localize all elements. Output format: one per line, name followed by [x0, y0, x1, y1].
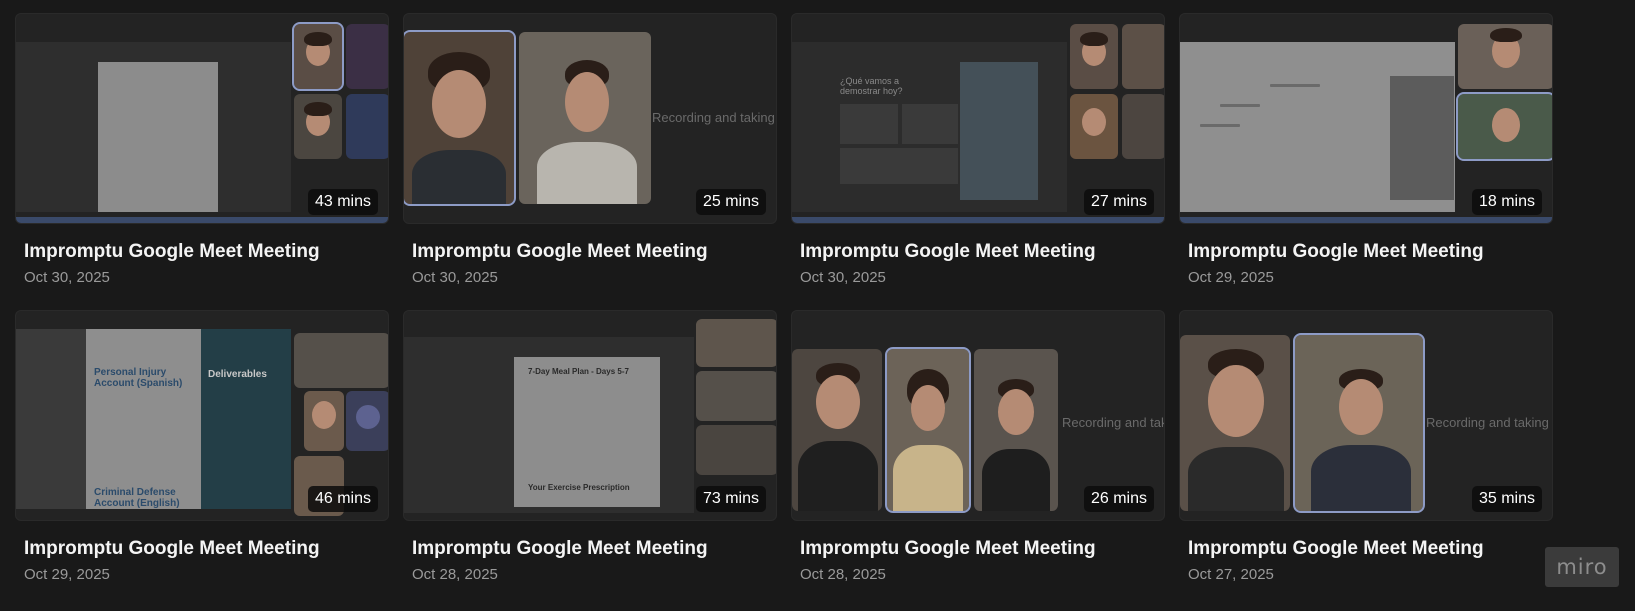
slide-heading: ¿Qué vamos a demostrar hoy? [840, 76, 903, 96]
meeting-title[interactable]: Impromptu Google Meet Meeting [1188, 241, 1484, 263]
slide-subheading: Deliverables [208, 369, 267, 380]
taskbar [16, 217, 388, 223]
duration-badge: 35 mins [1471, 486, 1542, 512]
participant-tile [346, 94, 388, 159]
meeting-card[interactable]: 18 mins Impromptu Google Meet Meeting Oc… [1179, 13, 1553, 286]
meeting-card[interactable]: 43 mins Impromptu Google Meet Meeting Oc… [15, 13, 389, 286]
participant-tile [792, 349, 882, 511]
meeting-title[interactable]: Impromptu Google Meet Meeting [412, 241, 708, 263]
meeting-date: Oct 29, 2025 [1188, 269, 1274, 286]
meeting-thumbnail[interactable]: Recording and taking n 25 mins [403, 13, 777, 224]
participant-tile [974, 349, 1058, 511]
meeting-card[interactable]: Recording and taking 26 mins Impromptu G… [791, 310, 1165, 583]
document-heading: 7-Day Meal Plan - Days 5-7 [528, 367, 629, 376]
meeting-card[interactable]: 7-Day Meal Plan - Days 5-7 Your Exercise… [403, 310, 777, 583]
participant-tile [696, 319, 776, 367]
taskbar [1180, 217, 1552, 223]
duration-badge: 25 mins [695, 189, 766, 215]
meeting-date: Oct 30, 2025 [800, 269, 886, 286]
meeting-card[interactable]: ¿Qué vamos a demostrar hoy? 27 mins Impr… [791, 13, 1165, 286]
meeting-date: Oct 29, 2025 [24, 566, 110, 583]
meeting-date: Oct 28, 2025 [800, 566, 886, 583]
participant-tile [294, 94, 342, 159]
participant-tile [1122, 24, 1164, 89]
meeting-thumbnail[interactable]: Recording and taking 26 mins [791, 310, 1165, 521]
meeting-title[interactable]: Impromptu Google Meet Meeting [800, 241, 1096, 263]
duration-badge: 27 mins [1083, 189, 1154, 215]
miro-logo: miro [1545, 547, 1619, 587]
meeting-title[interactable]: Impromptu Google Meet Meeting [412, 538, 708, 560]
participant-tile [346, 24, 388, 89]
duration-badge: 46 mins [307, 486, 378, 512]
meeting-thumbnail[interactable]: Recording and taking n 35 mins [1179, 310, 1553, 521]
meeting-date: Oct 30, 2025 [24, 269, 110, 286]
meet-panel [1390, 76, 1454, 200]
document-subheading: Your Exercise Prescription [528, 483, 630, 492]
meeting-thumbnail[interactable]: Personal Injury Account (Spanish) Crimin… [15, 310, 389, 521]
participant-tile [346, 391, 388, 451]
participant-tile [696, 371, 776, 421]
slide-heading: Criminal Defense Account (English) [94, 487, 180, 509]
participant-tile [292, 22, 344, 91]
meeting-title[interactable]: Impromptu Google Meet Meeting [24, 241, 320, 263]
meeting-title[interactable]: Impromptu Google Meet Meeting [24, 538, 320, 560]
meeting-card[interactable]: Recording and taking n 25 mins Impromptu… [403, 13, 777, 286]
meeting-date: Oct 28, 2025 [412, 566, 498, 583]
recording-notice: Recording and taking [1062, 415, 1164, 430]
participant-tile [1070, 94, 1118, 159]
meeting-title[interactable]: Impromptu Google Meet Meeting [1188, 538, 1484, 560]
duration-badge: 18 mins [1471, 189, 1542, 215]
meeting-thumbnail[interactable]: 7-Day Meal Plan - Days 5-7 Your Exercise… [403, 310, 777, 521]
participant-tile [294, 333, 388, 388]
slide-panel [201, 329, 291, 509]
taskbar [792, 217, 1164, 223]
meeting-card[interactable]: Personal Injury Account (Spanish) Crimin… [15, 310, 389, 583]
participant-tile [519, 32, 651, 204]
shared-document [98, 62, 218, 212]
recording-notice: Recording and taking n [1426, 415, 1553, 430]
meeting-thumbnail[interactable]: ¿Qué vamos a demostrar hoy? 27 mins [791, 13, 1165, 224]
participant-tile [1293, 333, 1425, 513]
participant-tile [1122, 94, 1164, 159]
slide-sidebar [16, 329, 86, 509]
meeting-date: Oct 30, 2025 [412, 269, 498, 286]
slide-heading: Personal Injury Account (Spanish) [94, 367, 183, 389]
participant-tile [304, 391, 344, 451]
meeting-thumbnail[interactable]: 43 mins [15, 13, 389, 224]
recording-notice: Recording and taking n [652, 110, 777, 125]
meeting-title[interactable]: Impromptu Google Meet Meeting [800, 538, 1096, 560]
meeting-card[interactable]: Recording and taking n 35 mins Impromptu… [1179, 310, 1553, 583]
slide-box [840, 104, 898, 144]
meeting-thumbnail[interactable]: 18 mins [1179, 13, 1553, 224]
participant-tile [696, 425, 776, 475]
duration-badge: 73 mins [695, 486, 766, 512]
duration-badge: 43 mins [307, 189, 378, 215]
participant-tile [1458, 24, 1552, 89]
recordings-grid: 43 mins Impromptu Google Meet Meeting Oc… [0, 0, 1635, 611]
participant-tile [885, 347, 971, 513]
duration-badge: 26 mins [1083, 486, 1154, 512]
participant-tile [1070, 24, 1118, 89]
participant-tile [1180, 335, 1290, 511]
meeting-date: Oct 27, 2025 [1188, 566, 1274, 583]
participant-tile [404, 30, 516, 206]
slide-box [840, 148, 958, 184]
dashboard-image [960, 62, 1038, 200]
participant-tile [1456, 92, 1552, 161]
slide-box [902, 104, 958, 144]
